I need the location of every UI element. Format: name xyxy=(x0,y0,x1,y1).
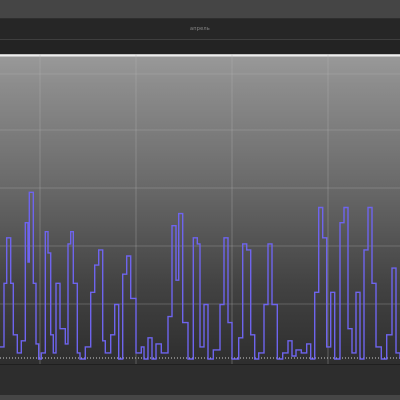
chart-area[interactable] xyxy=(0,54,400,364)
chart-title: апрель xyxy=(0,19,400,39)
window-top-bar xyxy=(0,0,400,19)
series-line-0 xyxy=(0,191,400,360)
chart-header-bar xyxy=(0,40,400,54)
bottom-panel xyxy=(0,364,400,400)
timeline-strip[interactable] xyxy=(0,364,400,395)
line-chart xyxy=(0,54,400,364)
